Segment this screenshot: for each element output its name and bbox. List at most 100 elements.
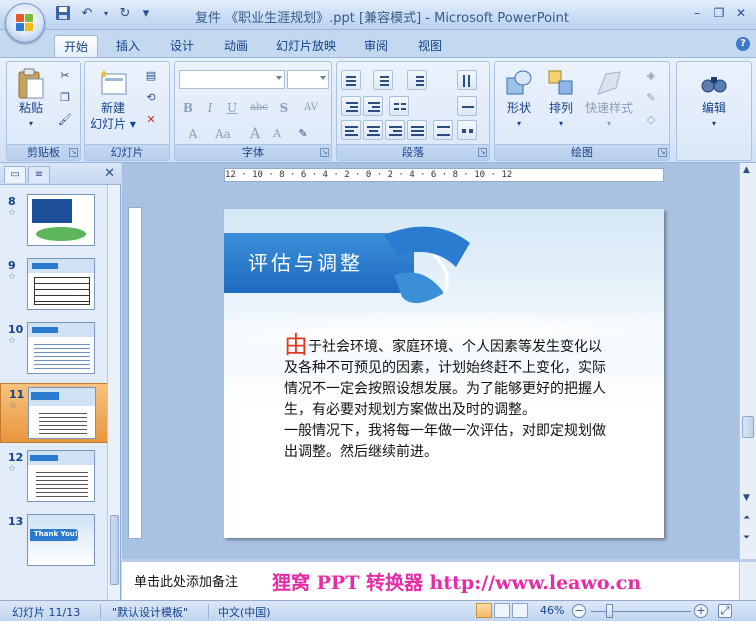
align-left-icon[interactable] [341,120,361,140]
slide-thumbnail-9[interactable]: 9 ☆ [0,255,108,315]
editing-button[interactable]: 编辑 ▾ [681,68,747,132]
notes-pane[interactable]: 单击此处添加备注 狸窝 PPT 转换器 http://www.leawo.cn [122,559,756,600]
font-color-button[interactable]: Aa [209,124,237,144]
slides-pane-scrollbar[interactable] [107,185,120,600]
slide-thumbnail-12[interactable]: 12 ☆ [0,447,108,507]
bold-button[interactable]: B [179,98,197,118]
slide-thumbnail-11[interactable]: 11 ☆ [0,383,108,443]
bullets-icon[interactable] [341,70,361,90]
italic-button[interactable]: I [201,98,219,118]
quick-styles-button[interactable]: 快速样式 ▾ [583,68,635,132]
animation-star-icon: ☆ [8,464,17,474]
format-painter-icon[interactable]: 🖌 [57,112,73,128]
drawing-launcher-icon[interactable]: ↘ [658,148,667,157]
minimize-icon[interactable]: – [690,6,704,20]
zoom-level[interactable]: 46% [540,604,564,617]
notes-scrollbar[interactable] [739,562,756,600]
justify-icon[interactable] [407,120,427,140]
slides-group-label: 幻灯片 [85,144,169,160]
underline-button[interactable]: U [223,98,241,118]
font-launcher-icon[interactable]: ↘ [320,148,329,157]
slides-pane-scroll-thumb[interactable] [110,515,119,585]
scroll-up-icon[interactable]: ▲ [743,165,750,175]
line-spacing-icon[interactable] [407,70,427,90]
undo-icon[interactable]: ↶ [78,5,96,23]
next-slide-icon[interactable]: ⏷ [743,533,750,543]
change-case-button[interactable]: A [179,124,207,144]
grow-font-button[interactable]: A [245,124,265,144]
shape-outline-icon[interactable]: ✎ [643,90,659,106]
tab-insert[interactable]: 插入 [108,35,148,58]
strikethrough-button[interactable]: abc [245,98,273,118]
horizontal-ruler: 12 · 10 · 8 · 6 · 4 · 2 · 0 · 2 · 4 · 6 … [224,168,664,182]
slide-scroll-thumb[interactable] [742,416,754,438]
undo-dropdown-icon[interactable]: ▾ [102,5,110,23]
slide-title[interactable]: 评估与调整 [248,247,363,276]
tab-design[interactable]: 设计 [160,35,204,58]
slide-thumbnail-10[interactable]: 10 ☆ [0,319,108,379]
zoom-slider-knob[interactable] [606,604,613,618]
slide-thumbnail-8[interactable]: 8 ☆ [0,191,108,251]
align-text-icon[interactable] [457,96,477,116]
normal-view-icon[interactable] [476,603,492,618]
customize-qat-button[interactable]: ▾ [140,5,152,23]
distributed-icon[interactable] [433,120,453,140]
smartart-icon[interactable] [457,120,477,140]
char-spacing-button[interactable]: AV [297,98,325,118]
tab-home[interactable]: 开始 [54,35,98,58]
font-size-combo[interactable] [287,70,329,89]
body-paragraph-2: 一般情况下，我将每一年做一次评估，对即定规划做出调整。然后继续前进。 [284,423,606,460]
tab-animations[interactable]: 动画 [214,35,258,58]
fit-to-window-icon[interactable]: ⤢ [718,604,732,618]
language-indicator[interactable]: 中文(中国) [218,604,271,620]
close-icon[interactable]: ✕ [734,6,748,20]
slide-body-text[interactable]: 由于社会环境、家庭环境、个人因素等发生变化以及各种不可预见的因素，计划始终赶不上… [284,333,610,463]
slide-sorter-view-icon[interactable] [494,603,510,618]
shape-effects-icon[interactable]: ◇ [643,112,659,128]
numbering-icon[interactable] [373,70,393,90]
tab-slideshow[interactable]: 幻灯片放映 [270,35,342,58]
paste-button[interactable]: 粘贴 ▾ [11,68,51,132]
arrange-button[interactable]: 排列 ▾ [541,68,581,132]
columns-icon[interactable] [389,96,409,116]
redo-icon[interactable]: ↻ [116,5,134,23]
align-center-icon[interactable] [363,120,383,140]
text-direction-icon[interactable] [457,70,477,90]
text-shadow-button[interactable]: S [275,98,293,118]
clipboard-launcher-icon[interactable]: ↘ [69,148,78,157]
slideshow-view-icon[interactable] [512,603,528,618]
align-right-icon[interactable] [385,120,405,140]
help-icon[interactable]: ? [736,37,750,51]
zoom-out-icon[interactable]: − [572,604,586,618]
save-icon[interactable] [54,5,72,23]
copy-icon[interactable]: ❐ [57,90,73,106]
tab-view[interactable]: 视图 [408,35,452,58]
clear-format-icon[interactable]: ✎ [295,126,311,142]
shrink-font-button[interactable]: A [267,124,287,144]
tab-outline-icon[interactable]: ≡ [28,166,50,183]
restore-icon[interactable]: ❐ [712,6,726,20]
slide-scrollbar[interactable]: ▲ ▼ ⏶ ⏷ [739,163,756,559]
delete-slide-icon[interactable]: ✕ [143,112,159,128]
paragraph-launcher-icon[interactable]: ↘ [478,148,487,157]
scroll-down-icon[interactable]: ▼ [743,493,750,503]
slide-thumbnail-13[interactable]: 13 Thank You! [0,511,108,571]
cut-icon[interactable]: ✂ [57,68,73,84]
new-slide-button[interactable]: 新建 幻灯片 ▾ [87,68,139,132]
notes-placeholder[interactable]: 单击此处添加备注 [134,571,238,590]
decrease-indent-icon[interactable] [341,96,361,116]
previous-slide-icon[interactable]: ⏶ [743,513,750,523]
zoom-in-icon[interactable]: + [694,604,708,618]
tab-slides-icon[interactable]: ▭ [4,166,26,183]
font-name-combo[interactable] [179,70,285,89]
increase-indent-icon[interactable] [363,96,383,116]
close-pane-icon[interactable]: ✕ [104,166,115,181]
office-button[interactable] [5,3,45,43]
shapes-icon [504,68,534,98]
shapes-button[interactable]: 形状 ▾ [499,68,539,132]
tab-review[interactable]: 审阅 [354,35,398,58]
current-slide[interactable]: 评估与调整 由于社会环境、家庭环境、个人因素等发生变化以及各种不可预见的因素，计… [224,209,664,538]
shape-fill-icon[interactable]: ◈ [643,68,659,84]
reset-icon[interactable]: ⟲ [143,90,159,106]
layout-icon[interactable]: ▤ [143,68,159,84]
